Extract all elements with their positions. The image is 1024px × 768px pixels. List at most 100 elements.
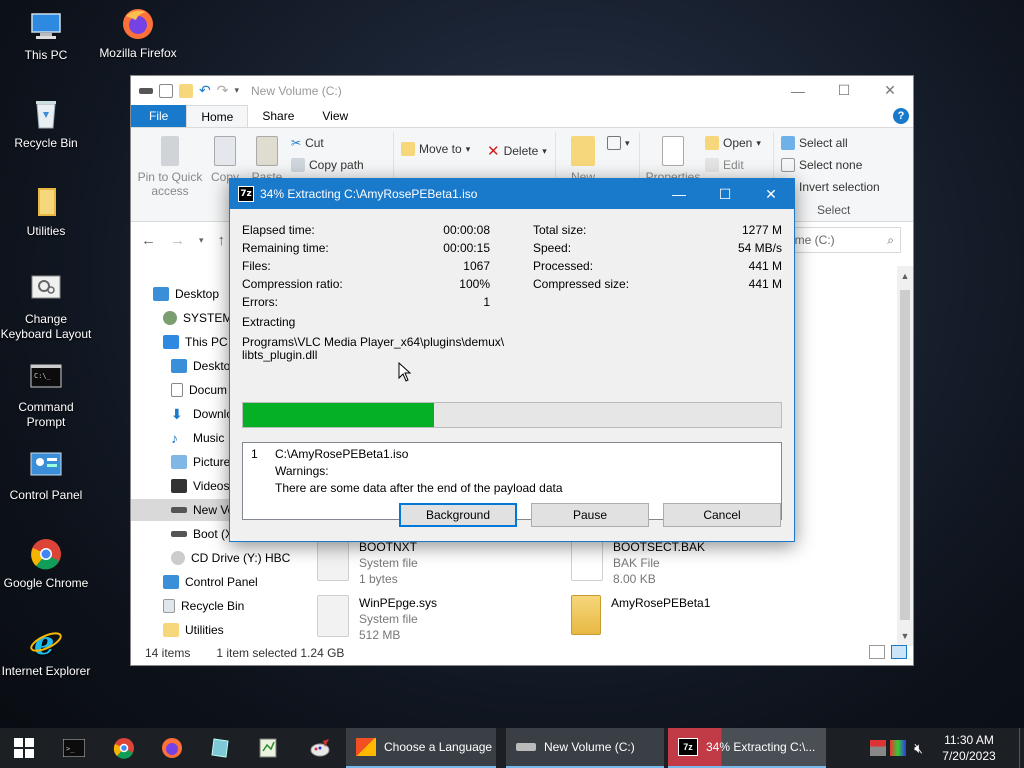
cancel-button[interactable]: Cancel bbox=[663, 503, 781, 527]
invert-selection-button[interactable]: Invert selection bbox=[781, 180, 880, 194]
message-index: 1 bbox=[251, 447, 258, 461]
pictures-icon bbox=[171, 455, 187, 469]
forward-arrow-icon[interactable]: → bbox=[170, 232, 185, 249]
new-folder-button[interactable]: New bbox=[563, 136, 603, 184]
select-none-button[interactable]: Select none bbox=[781, 158, 862, 172]
nav-item-cd-drive[interactable]: CD Drive (Y:) HBC bbox=[171, 547, 290, 569]
desktop-icon-firefox[interactable]: Mozilla Firefox bbox=[92, 6, 184, 61]
computer-icon bbox=[28, 8, 64, 44]
new-item-button[interactable]: ▾ bbox=[607, 136, 630, 150]
nav-item-documents[interactable]: Docum bbox=[171, 379, 227, 401]
maximize-button[interactable]: ☐ bbox=[702, 179, 748, 209]
taskbar-pin-explorer-tool[interactable] bbox=[196, 728, 244, 768]
desktop-icon-this-pc[interactable]: This PC bbox=[0, 8, 92, 63]
nav-item-recycle-bin[interactable]: Recycle Bin bbox=[163, 595, 244, 617]
tab-view[interactable]: View bbox=[308, 105, 362, 127]
close-button[interactable]: ✕ bbox=[867, 76, 913, 105]
language-app-icon bbox=[356, 738, 376, 756]
background-button[interactable]: Background bbox=[399, 503, 517, 527]
delete-button[interactable]: ✕ Delete ▾ bbox=[487, 142, 547, 160]
vertical-scrollbar[interactable]: ▲ ▼ bbox=[897, 266, 913, 646]
up-arrow-icon[interactable]: ↑ bbox=[218, 232, 226, 249]
start-button[interactable] bbox=[0, 728, 48, 768]
taskbar-pin-firefox[interactable] bbox=[148, 728, 196, 768]
nav-item-boot[interactable]: Boot (X bbox=[171, 523, 233, 545]
properties-button[interactable]: Properties bbox=[645, 136, 701, 184]
chevron-down-icon: ▾ bbox=[756, 137, 761, 148]
display-icon[interactable] bbox=[890, 740, 907, 756]
nav-item-control-panel[interactable]: Control Panel bbox=[163, 571, 258, 593]
open-button[interactable]: Open ▾ bbox=[705, 136, 761, 150]
show-desktop-button[interactable] bbox=[1019, 728, 1024, 768]
nav-item-music[interactable]: ♪ Music bbox=[171, 427, 224, 449]
close-button[interactable]: ✕ bbox=[748, 179, 794, 209]
nav-item-desktop-sub[interactable]: Desktop bbox=[171, 355, 237, 377]
scroll-up-icon[interactable]: ▲ bbox=[897, 268, 913, 284]
file-item-bootsect[interactable]: BOOTSECT.BAK BAK File 8.00 KB bbox=[571, 539, 705, 587]
properties-icon[interactable] bbox=[159, 83, 173, 98]
nav-item-videos[interactable]: Videos bbox=[171, 475, 229, 497]
taskbar-pin-chrome[interactable] bbox=[100, 728, 148, 768]
nav-item-utilities[interactable]: Utilities bbox=[163, 619, 224, 641]
nav-item-pictures[interactable]: Picture bbox=[171, 451, 230, 473]
scroll-thumb[interactable] bbox=[900, 290, 910, 620]
file-item-winpepge[interactable]: WinPEpge.sys System file 512 MB bbox=[317, 595, 437, 643]
move-to-button[interactable]: Move to ▾ bbox=[401, 142, 470, 156]
tab-share[interactable]: Share bbox=[248, 105, 308, 127]
pause-button[interactable]: Pause bbox=[531, 503, 649, 527]
file-item-amyrosepebeta1[interactable]: AmyRosePEBeta1 bbox=[571, 595, 710, 635]
chevron-down-icon[interactable]: ▾ bbox=[199, 235, 204, 246]
desktop-icon-chrome[interactable]: Google Chrome bbox=[0, 536, 92, 591]
taskbar-app-new-volume[interactable]: New Volume (C:) bbox=[506, 728, 664, 768]
back-arrow-icon[interactable]: ← bbox=[141, 232, 156, 249]
explorer-titlebar[interactable]: ↶ ↷ ▾ New Volume (C:) — ☐ ✕ bbox=[131, 76, 913, 105]
taskbar-app-choose-language[interactable]: Choose a Language bbox=[346, 728, 496, 768]
taskbar-pin-paint[interactable] bbox=[296, 728, 344, 768]
cut-button[interactable]: ✂ Cut bbox=[291, 136, 324, 150]
maximize-button[interactable]: ☐ bbox=[821, 76, 867, 105]
search-input[interactable]: ume (C:) ⌕ bbox=[781, 227, 901, 253]
desktop-icon-keyboard-layout[interactable]: Change Keyboard Layout bbox=[0, 272, 92, 342]
desktop-icon-control-panel[interactable]: Control Panel bbox=[0, 448, 92, 503]
files-label: Files: bbox=[242, 259, 271, 273]
nav-item-this-pc[interactable]: This PC bbox=[163, 331, 228, 353]
help-icon[interactable]: ? bbox=[893, 108, 909, 124]
undo-icon[interactable]: ↶ bbox=[199, 82, 211, 99]
minimize-button[interactable]: — bbox=[775, 76, 821, 105]
file-item-bootnxt[interactable]: BOOTNXT System file 1 bytes bbox=[317, 539, 418, 587]
tiles-view-icon[interactable] bbox=[891, 645, 907, 659]
chevron-down-icon[interactable]: ▾ bbox=[234, 85, 239, 96]
taskbar-app-7zip-extracting[interactable]: 7z 34% Extracting C:\... bbox=[668, 728, 826, 768]
copy-button[interactable]: Copy bbox=[207, 136, 243, 184]
clock-date: 7/20/2023 bbox=[942, 749, 996, 763]
edit-button[interactable]: Edit bbox=[705, 158, 744, 172]
desktop-icon-recycle-bin[interactable]: Recycle Bin bbox=[0, 96, 92, 151]
search-icon: ⌕ bbox=[887, 232, 894, 247]
new-folder-icon[interactable] bbox=[179, 83, 193, 98]
extract-progress-dialog[interactable]: 7z 34% Extracting C:\AmyRosePEBeta1.iso … bbox=[229, 178, 795, 542]
tab-file[interactable]: File bbox=[131, 105, 187, 127]
checkmark-icon bbox=[662, 136, 684, 166]
taskbar-pin-command-prompt[interactable]: >_ bbox=[50, 728, 98, 768]
select-all-button[interactable]: Select all bbox=[781, 136, 848, 150]
desktop-icon-command-prompt[interactable]: C:\_ Command Prompt bbox=[0, 360, 92, 430]
copy-path-button[interactable]: Copy path bbox=[291, 158, 364, 172]
pin-quick-access-button[interactable]: Pin to Quick access bbox=[137, 136, 203, 198]
minimize-button[interactable]: — bbox=[656, 179, 702, 209]
desktop-icon-utilities[interactable]: Utilities bbox=[0, 184, 92, 239]
desktop-icon-internet-explorer[interactable]: e Internet Explorer bbox=[0, 624, 92, 679]
nav-item-downloads[interactable]: ⬇ Downlo bbox=[171, 403, 233, 425]
nav-item-desktop[interactable]: Desktop bbox=[153, 283, 219, 305]
clock[interactable]: 11:30 AM 7/20/2023 bbox=[929, 732, 1009, 764]
dialog-titlebar[interactable]: 7z 34% Extracting C:\AmyRosePEBeta1.iso … bbox=[230, 179, 794, 209]
nav-item-system[interactable]: SYSTEM bbox=[163, 307, 232, 329]
network-icon[interactable] bbox=[870, 740, 887, 756]
desktop-icon-label: Internet Explorer bbox=[1, 664, 91, 678]
redo-icon[interactable]: ↷ bbox=[217, 82, 229, 99]
tab-home[interactable]: Home bbox=[186, 105, 249, 127]
taskbar-pin-editor[interactable] bbox=[244, 728, 292, 768]
drive-icon[interactable] bbox=[139, 87, 153, 94]
details-view-icon[interactable] bbox=[869, 645, 885, 659]
paste-button[interactable]: Paste bbox=[249, 136, 285, 184]
volume-muted-icon[interactable]: 🔇︎ bbox=[914, 740, 923, 757]
